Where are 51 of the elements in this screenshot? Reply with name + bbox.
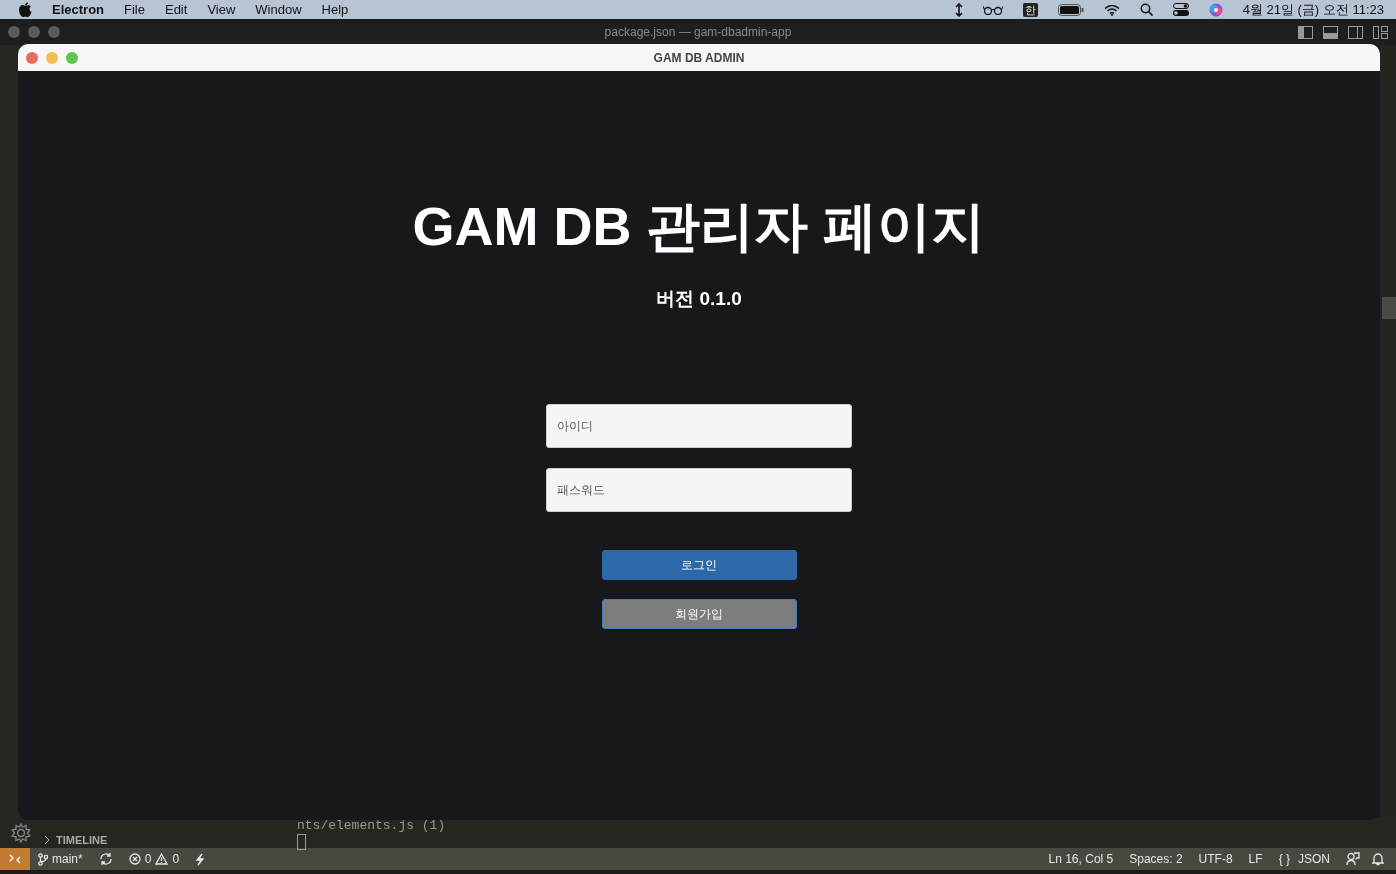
terminal-cursor — [297, 834, 306, 850]
page-heading: GAM DB 관리자 페이지 — [412, 195, 986, 258]
timeline-section-header[interactable]: TIMELINE — [56, 834, 108, 846]
siri-icon[interactable] — [1208, 2, 1223, 17]
menu-bar-clock[interactable]: 4월 21일 (금) 오전 11:23 — [1242, 0, 1384, 19]
settings-icon[interactable] — [10, 822, 32, 844]
bell-icon[interactable] — [1372, 852, 1384, 866]
signup-button[interactable]: 회원가입 — [601, 599, 797, 629]
battery-icon[interactable] — [1057, 3, 1084, 16]
close-button[interactable] — [8, 26, 20, 38]
version-label: 버전 0.1.0 — [656, 287, 742, 311]
app-menu[interactable]: Electron — [52, 2, 104, 17]
zoom-button[interactable] — [48, 26, 60, 38]
sync-icon[interactable] — [98, 852, 113, 866]
menu-item[interactable]: Edit — [164, 2, 188, 17]
panel-toggle-icon[interactable] — [1323, 25, 1338, 39]
menu-item[interactable]: File — [124, 2, 145, 17]
input-field[interactable]: 패스워드 — [546, 468, 852, 512]
menu-item[interactable]: Window — [255, 2, 302, 17]
login-button[interactable]: 로그인 — [601, 550, 797, 580]
sidebar-toggle-icon[interactable] — [1298, 25, 1313, 39]
apple-icon[interactable] — [18, 1, 32, 18]
arrows-icon[interactable] — [954, 2, 963, 17]
layout-icon[interactable] — [1373, 25, 1388, 39]
input-source-indicator[interactable]: 한 — [1022, 2, 1038, 17]
menu-item[interactable]: View — [207, 2, 236, 17]
language-icon[interactable]: { } — [1270, 852, 1290, 866]
remote-icon — [9, 853, 21, 865]
window-title: package.json — gam-dbadmin-app — [604, 25, 792, 39]
indentation-indicator[interactable]: Spaces: 2 — [1121, 852, 1191, 866]
control-center-icon[interactable] — [1172, 3, 1189, 16]
cursor-position[interactable]: Ln 16, Col 5 — [1040, 852, 1122, 866]
search-icon[interactable] — [1139, 3, 1153, 16]
menu-item[interactable]: Help — [321, 2, 349, 17]
line-ending-indicator[interactable]: LF — [1240, 852, 1271, 866]
language-mode[interactable]: JSON — [1290, 852, 1338, 866]
wifi-icon[interactable] — [1103, 3, 1120, 16]
problems-indicator[interactable]: 0 0 — [120, 852, 188, 866]
window-title: GAM DB ADMIN — [653, 50, 745, 65]
encoding-indicator[interactable]: UTF-8 — [1190, 852, 1241, 866]
feedback-icon[interactable] — [1346, 852, 1360, 866]
secondary-sidebar-icon[interactable] — [1348, 25, 1363, 39]
terminal-line: nts/elements.js (1) — [297, 818, 446, 833]
lightning-icon[interactable] — [195, 852, 206, 866]
input-field[interactable]: 아이디 — [546, 404, 852, 448]
close-button[interactable] — [26, 51, 38, 64]
chevron-right-icon[interactable] — [44, 835, 50, 845]
branch-indicator[interactable]: main* — [30, 852, 91, 866]
minimize-button[interactable] — [28, 26, 40, 38]
scrollbar-thumb[interactable] — [1382, 297, 1396, 319]
glasses-icon[interactable] — [982, 4, 1003, 15]
